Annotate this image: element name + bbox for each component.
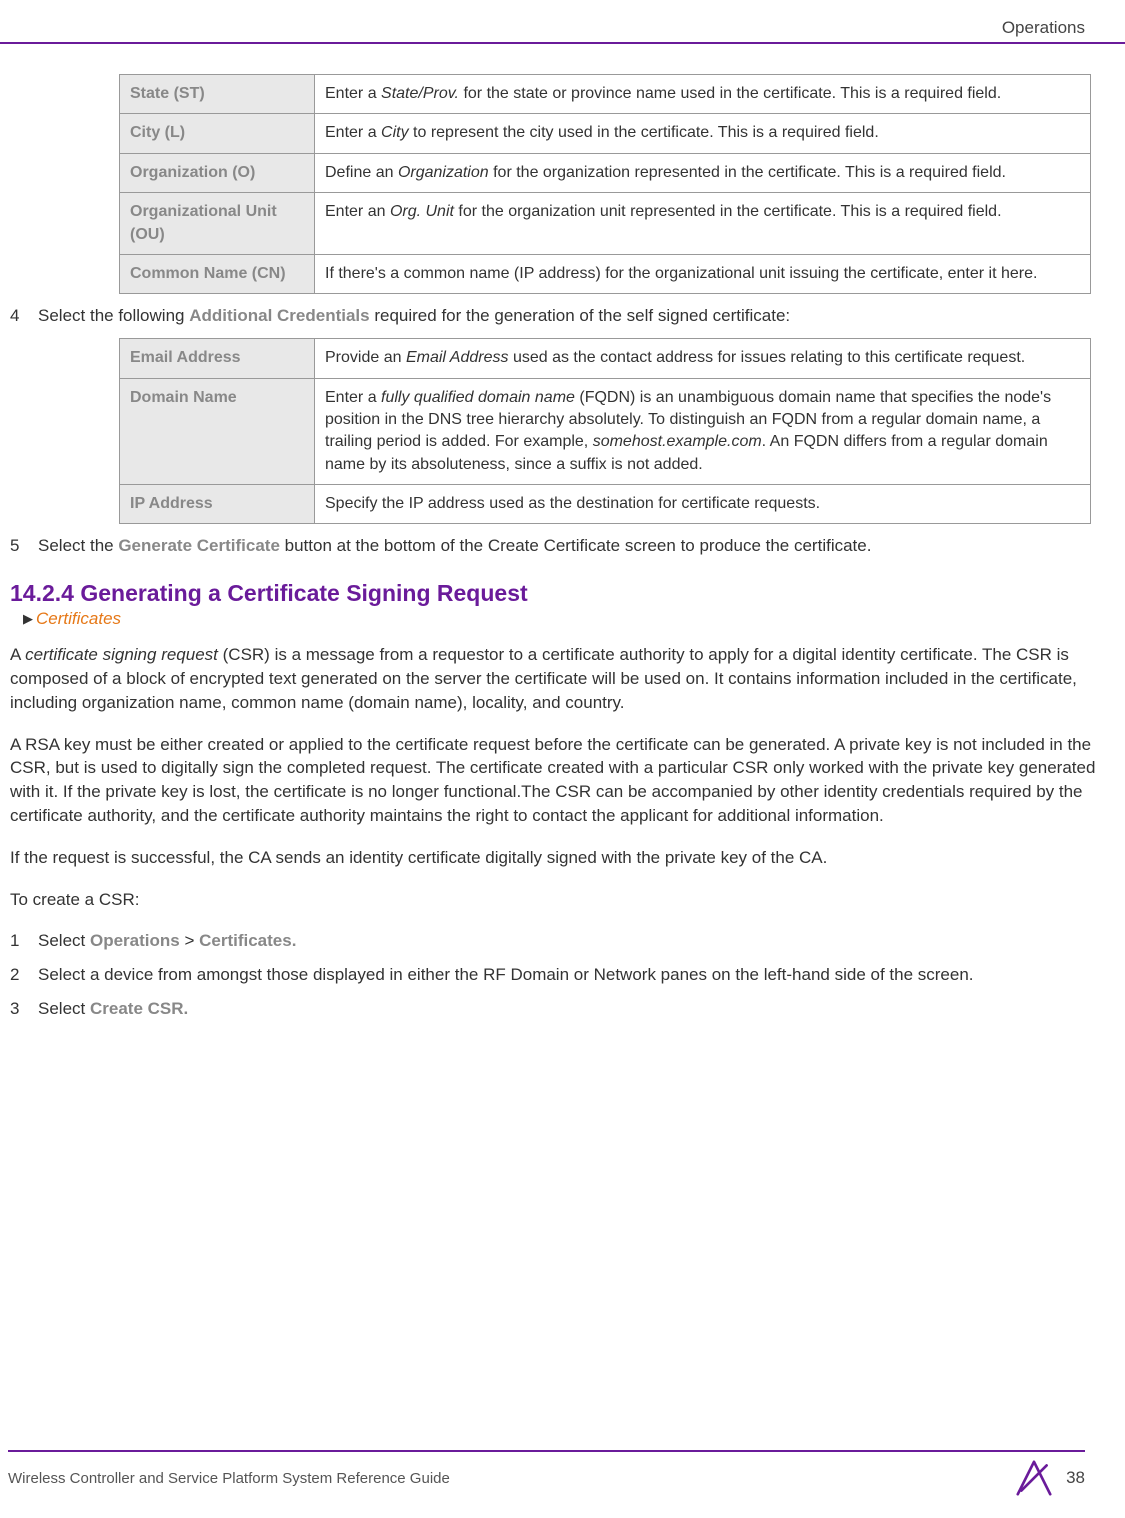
field-desc: Enter an Org. Unit for the organization … <box>315 193 1091 255</box>
step-number: 4 <box>10 304 38 328</box>
page-footer: Wireless Controller and Service Platform… <box>0 1438 1125 1518</box>
additional-credentials-table: Email Address Provide an Email Address u… <box>119 338 1091 524</box>
field-label: Common Name (CN) <box>120 254 315 293</box>
field-label: City (L) <box>120 114 315 153</box>
step-number: 2 <box>10 963 38 987</box>
table-row: City (L) Enter a City to represent the c… <box>120 114 1091 153</box>
page-number: 38 <box>1066 1468 1085 1488</box>
step-text: Select the Generate Certificate button a… <box>38 534 1120 558</box>
header-divider <box>0 42 1125 44</box>
breadcrumb: ▶ Certificates <box>23 609 1120 629</box>
csr-step-3: 3 Select Create CSR. <box>10 997 1120 1021</box>
field-desc: Enter a City to represent the city used … <box>315 114 1091 153</box>
footer-title: Wireless Controller and Service Platform… <box>8 1470 450 1487</box>
paragraph-1: A certificate signing request (CSR) is a… <box>10 643 1112 714</box>
step-number: 5 <box>10 534 38 558</box>
main-content: State (ST) Enter a State/Prov. for the s… <box>0 74 1125 1021</box>
table-row: Domain Name Enter a fully qualified doma… <box>120 378 1091 485</box>
field-desc: Enter a State/Prov. for the state or pro… <box>315 75 1091 114</box>
field-label: State (ST) <box>120 75 315 114</box>
paragraph-3: If the request is successful, the CA sen… <box>10 846 1112 870</box>
step-text: Select Operations > Certificates. <box>38 929 1120 953</box>
step-text: Select a device from amongst those displ… <box>38 963 1120 987</box>
field-label: Email Address <box>120 339 315 378</box>
field-desc: Define an Organization for the organizat… <box>315 153 1091 192</box>
table-row: Organization (O) Define an Organization … <box>120 153 1091 192</box>
step-number: 3 <box>10 997 38 1021</box>
step-text: Select Create CSR. <box>38 997 1120 1021</box>
step-4: 4 Select the following Additional Creden… <box>10 304 1120 328</box>
paragraph-4: To create a CSR: <box>10 888 1112 912</box>
field-label: Domain Name <box>120 378 315 485</box>
page-header-section: Operations <box>0 0 1125 42</box>
field-label: IP Address <box>120 485 315 524</box>
certificate-fields-table-1: State (ST) Enter a State/Prov. for the s… <box>119 74 1091 294</box>
paragraph-2: A RSA key must be either created or appl… <box>10 733 1112 828</box>
step-number: 1 <box>10 929 38 953</box>
field-desc: Enter a fully qualified domain name (FQD… <box>315 378 1091 485</box>
table-row: Email Address Provide an Email Address u… <box>120 339 1091 378</box>
breadcrumb-text: Certificates <box>36 609 121 629</box>
field-label: Organization (O) <box>120 153 315 192</box>
footer-divider <box>8 1450 1085 1452</box>
table-row: Organizational Unit (OU) Enter an Org. U… <box>120 193 1091 255</box>
table-row: IP Address Specify the IP address used a… <box>120 485 1091 524</box>
table-row: State (ST) Enter a State/Prov. for the s… <box>120 75 1091 114</box>
field-label: Organizational Unit (OU) <box>120 193 315 255</box>
step-5: 5 Select the Generate Certificate button… <box>10 534 1120 558</box>
section-heading: 14.2.4 Generating a Certificate Signing … <box>10 580 1120 607</box>
field-desc: Specify the IP address used as the desti… <box>315 485 1091 524</box>
field-desc: Provide an Email Address used as the con… <box>315 339 1091 378</box>
csr-step-1: 1 Select Operations > Certificates. <box>10 929 1120 953</box>
table-row: Common Name (CN) If there's a common nam… <box>120 254 1091 293</box>
csr-step-2: 2 Select a device from amongst those dis… <box>10 963 1120 987</box>
breadcrumb-arrow-icon: ▶ <box>23 611 33 627</box>
footer-logo-icon <box>1016 1460 1052 1496</box>
step-text: Select the following Additional Credenti… <box>38 304 1120 328</box>
field-desc: If there's a common name (IP address) fo… <box>315 254 1091 293</box>
